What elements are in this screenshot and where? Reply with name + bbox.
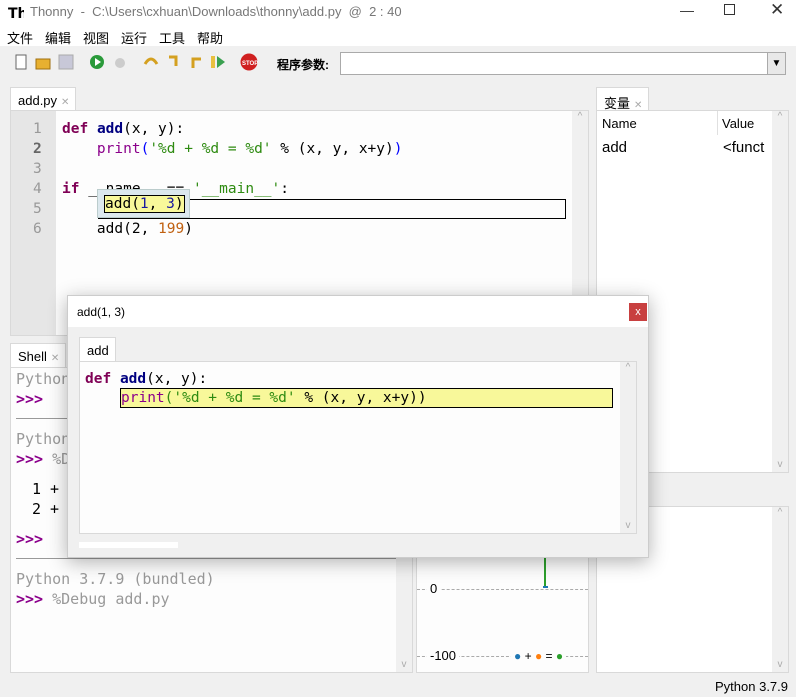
program-args-label: 程序参数: [277, 58, 329, 72]
close-icon[interactable]: ✕ [61, 97, 69, 108]
frame-code: def add(x, y): [85, 371, 208, 387]
resume-icon[interactable] [210, 54, 226, 70]
variables-scrollbar[interactable]: ^ v [772, 111, 788, 472]
menu-help[interactable]: 帮助 [197, 28, 223, 47]
legend-dot: ● [555, 649, 564, 663]
tab-label: 变量 [604, 96, 631, 111]
plot-bar [543, 586, 548, 588]
toolbar: STOP 程序参数: ▼ [0, 46, 796, 80]
thonny-logo-icon: Th [8, 6, 24, 20]
minimize-button[interactable]: — [680, 2, 694, 18]
status-bar-text: Python 3.7.9 [715, 679, 788, 694]
save-icon[interactable] [58, 54, 74, 70]
title-bar: Th Thonny - C:\Users\cxhuan\Downloads\th… [0, 0, 796, 25]
column-header-value[interactable]: Value [722, 116, 754, 131]
tab-label: add.py [18, 93, 58, 108]
tab-add-frame[interactable]: add [79, 337, 116, 362]
menu-run[interactable]: 运行 [121, 28, 147, 47]
tab-variables[interactable]: 变量 ✕ [596, 87, 650, 111]
open-file-icon[interactable] [35, 54, 51, 70]
legend-dot: ● [514, 649, 522, 663]
close-button[interactable]: ✕ [770, 0, 784, 20]
maximize-button[interactable] [724, 4, 735, 15]
frame-code-pane: def add(x, y): print('%d + %d = %d' % (x… [79, 361, 637, 534]
tab-add-py[interactable]: add.py ✕ [10, 87, 77, 111]
stop-icon[interactable]: STOP [240, 53, 258, 71]
variable-name: add [602, 139, 628, 156]
step-into-icon[interactable] [166, 54, 182, 70]
plot-bar [544, 556, 546, 588]
chevron-down-icon[interactable]: ▼ [767, 53, 785, 74]
menu-tools[interactable]: 工具 [159, 28, 185, 47]
step-out-icon[interactable] [188, 54, 204, 70]
variable-value: <funct [723, 139, 765, 156]
tab-shell[interactable]: Shell ✕ [10, 343, 67, 367]
new-file-icon[interactable] [13, 54, 29, 70]
code-text: def add(x, y): print('%d + %d = %d' % (x… [62, 121, 403, 237]
run-icon[interactable] [89, 54, 105, 70]
svg-text:Th: Th [8, 6, 24, 20]
horizontal-scrollbar[interactable] [79, 542, 178, 548]
debug-icon[interactable] [112, 54, 128, 70]
dialog-title: add(1, 3) [77, 305, 126, 319]
line-numbers: 123456 [33, 121, 42, 237]
eval-popup: add(1, 3) [97, 189, 190, 218]
dialog-title-bar: add(1, 3) x [68, 296, 648, 327]
tick-label: 0 [427, 581, 441, 596]
menu-view[interactable]: 视图 [83, 28, 109, 47]
tab-label: Shell [18, 349, 47, 364]
current-statement-highlight: print('%d + %d = %d' % (x, y, x+y)) [120, 388, 613, 408]
legend-dot: ● [534, 649, 543, 663]
close-icon[interactable]: ✕ [51, 353, 59, 364]
column-header-name[interactable]: Name [602, 116, 637, 131]
menu-edit[interactable]: 编辑 [45, 28, 71, 47]
scrollbar[interactable]: ^ v [772, 507, 788, 672]
svg-text:STOP: STOP [242, 61, 258, 67]
eval-expression: add(1, 3) [104, 195, 185, 213]
menu-file[interactable]: 文件 [7, 28, 33, 47]
tab-label: add [87, 343, 109, 358]
window-title: Thonny - C:\Users\cxhuan\Downloads\thonn… [30, 4, 402, 19]
menu-bar: 文件 编辑 视图 运行 工具 帮助 [0, 25, 796, 46]
plot-legend: ● + ● = ● [511, 649, 567, 663]
step-over-icon[interactable] [143, 54, 159, 70]
dialog-close-button[interactable]: x [629, 303, 647, 321]
frame-dialog: add(1, 3) x add def add(x, y): print('%d… [67, 295, 649, 558]
frame-scrollbar[interactable]: ^ v [620, 362, 636, 533]
program-args-input[interactable]: ▼ [340, 52, 786, 75]
line-gutter: 123456 [11, 111, 56, 335]
tick-label: -100 [427, 648, 460, 663]
